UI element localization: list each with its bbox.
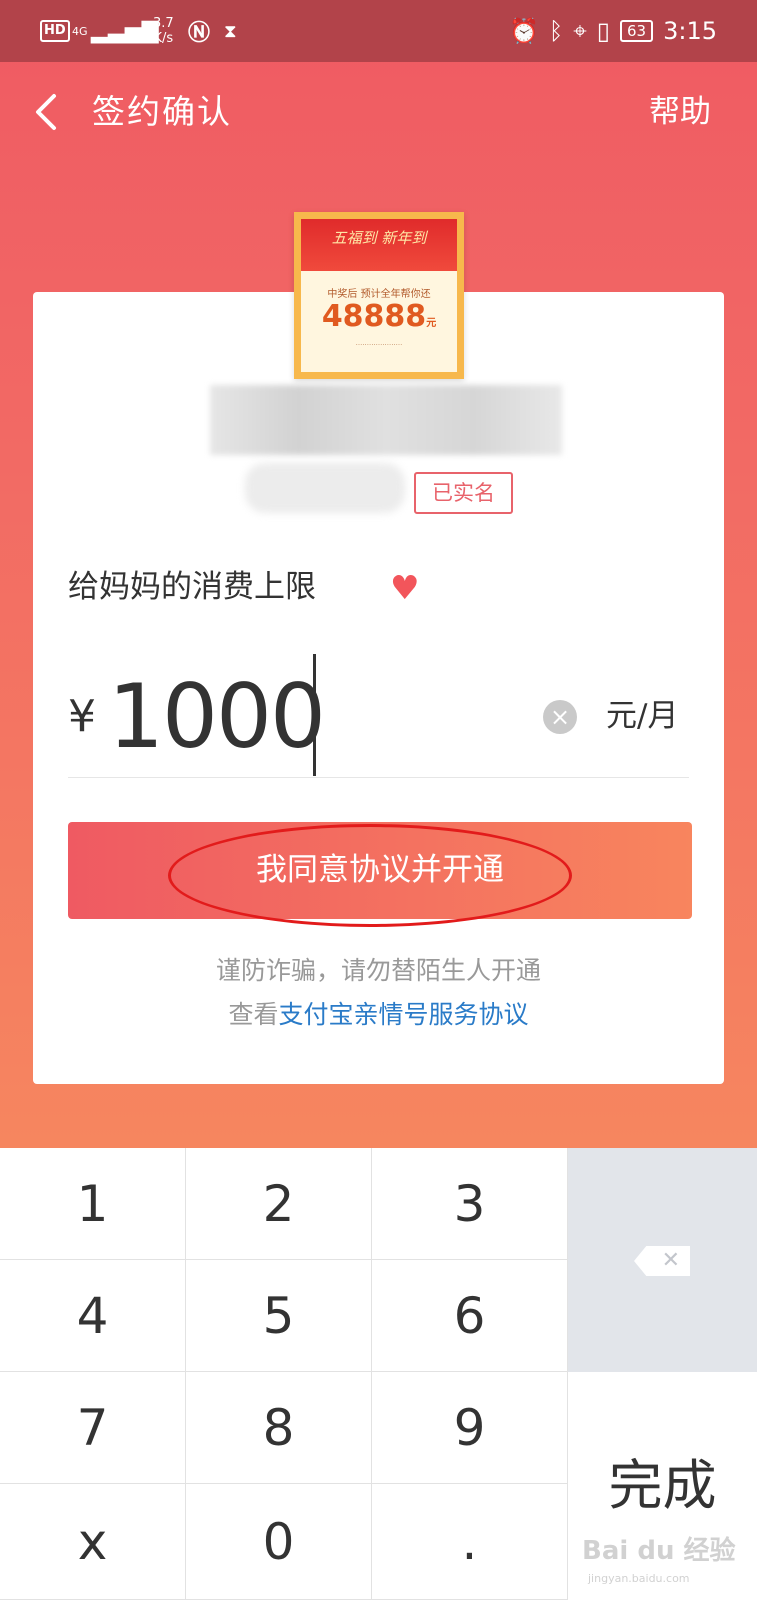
backspace-icon: ✕ <box>634 1246 690 1276</box>
fraud-warning: 谨防诈骗，请勿替陌生人开通 <box>215 956 541 985</box>
agreement-line: 查看支付宝亲情号服务协议 <box>228 1000 529 1029</box>
key-9[interactable]: 9 <box>372 1372 568 1484</box>
battery-icon: 63 <box>620 20 654 42</box>
text-cursor <box>313 654 316 776</box>
back-chevron-icon[interactable] <box>32 90 62 134</box>
page-title: 签约确认 <box>92 92 232 131</box>
key-x[interactable]: x <box>0 1484 186 1600</box>
verified-badge: 已实名 <box>414 472 513 514</box>
nfc-icon: Ⓝ <box>188 21 211 46</box>
key-5[interactable]: 5 <box>186 1260 372 1372</box>
status-bar: HD 4G ▂▃▅▇ 3.7 K/s Ⓝ ⧗ ⏰ ᛒ ⌖ ▯ 63 3:15 <box>0 0 757 62</box>
status-right: ⏰ ᛒ ⌖ ▯ 63 3:15 <box>509 0 717 62</box>
avatar: 五福到 新年到 中奖后 预计全年帮你还 48888元 ·············… <box>294 212 464 379</box>
currency-symbol: ¥ <box>68 691 96 742</box>
amount-unit: 元/月 <box>606 698 679 734</box>
bluetooth-icon: ᛒ <box>548 17 564 45</box>
key-0[interactable]: 0 <box>186 1484 372 1600</box>
vibrate-icon: ▯ <box>596 17 610 45</box>
key-1[interactable]: 1 <box>0 1148 186 1260</box>
amount-input[interactable]: 1000 <box>108 665 326 769</box>
agreement-link[interactable]: 支付宝亲情号服务协议 <box>279 1000 529 1029</box>
key-2[interactable]: 2 <box>186 1148 372 1260</box>
key-7[interactable]: 7 <box>0 1372 186 1484</box>
key-3[interactable]: 3 <box>372 1148 568 1260</box>
alarm-icon: ⏰ <box>508 17 539 45</box>
blurred-name <box>210 385 562 455</box>
hd-indicator: HD <box>40 0 70 62</box>
input-divider <box>68 777 689 778</box>
key-6[interactable]: 6 <box>372 1260 568 1372</box>
delete-key[interactable]: ✕ <box>568 1148 757 1372</box>
watermark-logo: Bai du 经验 <box>582 1536 736 1566</box>
network-speed: 3.7 K/s <box>153 16 174 46</box>
watermark-url: jingyan.baidu.com <box>588 1572 690 1585</box>
heart-icon: ♥ <box>390 568 420 607</box>
key-4[interactable]: 4 <box>0 1260 186 1372</box>
avatar-line: 中奖后 预计全年帮你还 <box>327 289 431 300</box>
help-button[interactable]: 帮助 <box>649 88 711 136</box>
blurred-account <box>245 463 405 513</box>
location-icon: ⌖ <box>573 17 587 45</box>
annotation-circle <box>168 824 572 927</box>
key-8[interactable]: 8 <box>186 1372 372 1484</box>
signal-icon: 4G ▂▃▅▇ <box>72 18 159 44</box>
limit-title: 给妈妈的消费上限 <box>68 569 316 605</box>
clear-icon[interactable]: × <box>543 700 577 734</box>
hourglass-icon: ⧗ <box>224 20 237 42</box>
key-dot[interactable]: . <box>372 1484 568 1600</box>
avatar-amount: 48888元 <box>321 299 437 334</box>
clock: 3:15 <box>663 17 717 45</box>
avatar-banner: 五福到 新年到 <box>301 219 457 271</box>
nav-bar: 签约确认 帮助 <box>0 62 757 166</box>
avatar-fineprint: ····················· <box>355 341 403 349</box>
